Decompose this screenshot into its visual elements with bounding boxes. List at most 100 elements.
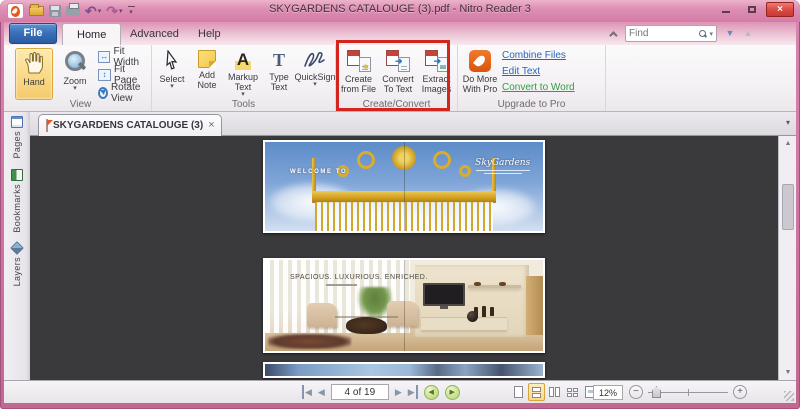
tab-close-icon[interactable]: × <box>208 120 214 131</box>
page-1-heading: WELCOME TO <box>290 168 348 175</box>
shelf-decor <box>498 281 506 286</box>
add-note-label: Add Note <box>197 70 217 90</box>
next-view-button[interactable]: ▶ <box>444 384 460 400</box>
page-1-image: WELCOME TO SkyGardens <box>265 142 543 231</box>
markup-dropdown-icon[interactable]: ▾ <box>241 91 245 98</box>
single-page-view-button[interactable] <box>510 383 527 401</box>
save-button[interactable] <box>49 3 61 19</box>
resize-grip[interactable] <box>784 391 794 401</box>
continuous-facing-view-button[interactable] <box>564 383 581 401</box>
ribbon-group-upgrade: Do More With Pro Combine Files Edit Text… <box>458 45 606 111</box>
search-icon[interactable] <box>699 29 707 38</box>
tab-list-caret-icon[interactable]: ▾ <box>786 118 790 127</box>
hand-icon <box>25 51 43 74</box>
tab-home[interactable]: Home <box>62 23 122 45</box>
fit-page-button[interactable]: ↕ Fit Page <box>98 64 151 86</box>
armchair <box>387 300 418 326</box>
document-canvas[interactable]: WELCOME TO SkyGardens SPACIOUS. LUXURIOU… <box>30 136 778 380</box>
customize-caret-icon: ▾ <box>129 9 133 16</box>
hand-tool-button[interactable]: Hand <box>15 48 53 100</box>
zoom-slider-thumb[interactable] <box>652 386 661 398</box>
select-dropdown-icon[interactable]: ▾ <box>170 83 174 90</box>
maximize-button[interactable] <box>740 2 763 17</box>
nitro-logo-icon[interactable] <box>7 3 24 19</box>
skygardens-logo-text: SkyGardens <box>475 158 531 169</box>
round-decor <box>466 310 478 322</box>
collapse-ribbon-button[interactable] <box>604 27 620 41</box>
sidebar-tab-bookmarks[interactable]: Bookmarks <box>4 165 30 239</box>
convert-to-word-link[interactable]: Convert to Word <box>502 82 575 93</box>
type-text-icon: T <box>272 50 285 70</box>
page-2-image: SPACIOUS. LUXURIOUS. ENRICHED. <box>265 260 543 351</box>
type-text-button[interactable]: T Type Text <box>264 48 294 100</box>
convert-to-text-button[interactable]: ➜ Convert To Text <box>379 48 417 100</box>
fit-width-button[interactable]: ↔ Fit Width <box>98 46 151 68</box>
previous-view-button[interactable]: ◀ <box>423 384 439 400</box>
page-indicator-field[interactable] <box>330 384 389 400</box>
side-cabinet <box>526 276 543 335</box>
tab-file[interactable]: File <box>9 23 57 44</box>
status-bar: ◀ ◀ ▶ ▶ ◀ ▶ − + <box>4 380 796 403</box>
scrollbar-thumb[interactable] <box>782 184 794 230</box>
pdf-file-icon <box>46 119 53 132</box>
redo-button[interactable]: ↷ ▾ <box>106 3 122 19</box>
sidebar-tab-layers[interactable]: Layers <box>4 238 30 292</box>
next-page-button[interactable]: ▶ <box>395 385 402 399</box>
open-file-button[interactable] <box>29 3 44 19</box>
select-tool-button[interactable]: Select ▾ <box>154 48 190 100</box>
close-button[interactable]: × <box>766 2 794 17</box>
zoom-dropdown-icon[interactable]: ▾ <box>73 85 77 92</box>
undo-button[interactable]: ↶ ▾ <box>85 3 101 19</box>
extract-images-button[interactable]: ➜ Extract Images <box>418 48 455 100</box>
vertical-scrollbar[interactable]: ▲ ▼ <box>778 136 796 380</box>
find-previous-button[interactable]: ▲ <box>740 26 756 41</box>
ribbon-group-create-convert: ✶ Create from File ➜ Convert To Text ➜ E… <box>336 45 458 111</box>
find-next-button[interactable]: ▼ <box>722 26 738 41</box>
vase <box>490 307 495 317</box>
sidebar-tab-pages[interactable]: Pages <box>4 112 30 165</box>
scroll-up-icon[interactable]: ▲ <box>780 136 796 151</box>
previous-page-button[interactable]: ◀ <box>318 385 325 399</box>
ribbon: Hand Zoom ▾ ↔ Fit Width ↕ Fit Page Rotat… <box>4 45 796 112</box>
print-icon <box>66 3 80 16</box>
print-button[interactable] <box>66 3 80 19</box>
fit-page-icon: ↕ <box>98 69 111 81</box>
document-tab[interactable]: SKYGARDENS CATALOUGE (3) × <box>38 114 222 136</box>
ribbon-group-view: Hand Zoom ▾ ↔ Fit Width ↕ Fit Page Rotat… <box>10 45 152 111</box>
scroll-down-icon[interactable]: ▼ <box>780 365 796 380</box>
ribbon-group-tools: Select ▾ Add Note A Markup Text ▾ T Type… <box>152 45 336 111</box>
zoom-in-button[interactable]: + <box>733 385 747 399</box>
minimize-button[interactable] <box>714 2 737 17</box>
find-input[interactable] <box>629 28 700 39</box>
edit-text-link[interactable]: Edit Text <box>502 66 540 77</box>
zoom-tool-button[interactable]: Zoom ▾ <box>57 48 93 100</box>
tab-advanced[interactable]: Advanced <box>116 23 193 45</box>
page-2-subheading-bar <box>326 283 357 286</box>
quicksign-dropdown-icon[interactable]: ▾ <box>313 81 317 88</box>
last-page-button[interactable]: ▶ <box>408 385 418 399</box>
do-more-with-pro-button[interactable]: Do More With Pro <box>460 48 500 100</box>
undo-dropdown-icon[interactable]: ▾ <box>98 7 102 15</box>
zoom-out-button[interactable]: − <box>629 385 643 399</box>
redo-dropdown-icon[interactable]: ▾ <box>119 7 123 15</box>
facing-pages-view-button[interactable] <box>546 383 563 401</box>
zoom-level-field[interactable] <box>593 385 623 400</box>
first-page-button[interactable]: ◀ <box>302 385 312 399</box>
navigation-sidebar: Pages Bookmarks Layers <box>4 112 30 380</box>
tab-help[interactable]: Help <box>184 23 235 45</box>
layers-label: Layers <box>12 257 22 287</box>
combine-files-link[interactable]: Combine Files <box>502 50 566 61</box>
close-icon: × <box>777 4 783 15</box>
find-box: ▾ <box>625 25 717 42</box>
redo-icon: ↷ <box>106 3 118 19</box>
quicksign-button[interactable]: QuickSign ▾ <box>294 48 336 100</box>
customize-toolbar-button[interactable]: ▾ <box>127 3 135 19</box>
pdf-page-3 <box>263 362 545 378</box>
markup-text-label: Markup Text <box>227 72 258 92</box>
create-from-file-label: Create from File <box>340 74 376 94</box>
continuous-view-button[interactable] <box>528 383 545 401</box>
create-from-file-button[interactable]: ✶ Create from File <box>339 48 378 100</box>
add-note-button[interactable]: Add Note <box>192 48 222 100</box>
markup-text-button[interactable]: A Markup Text ▾ <box>224 48 262 100</box>
find-options-caret-icon[interactable]: ▾ <box>709 30 713 38</box>
